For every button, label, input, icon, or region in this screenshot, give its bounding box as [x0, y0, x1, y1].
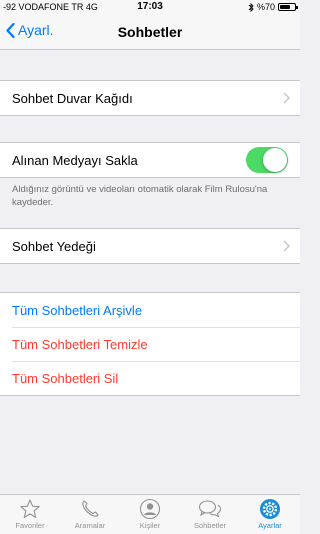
save-media-toggle[interactable]	[246, 147, 288, 173]
chevron-right-icon	[283, 240, 290, 252]
battery-percent: %70	[256, 2, 275, 12]
chevron-right-icon	[283, 92, 290, 104]
save-media-label: Alınan Medyayı Sakla	[12, 152, 138, 168]
tab-favorites[interactable]: Favoriler	[0, 495, 60, 534]
save-media-footnote: Aldığınız görüntü ve videoları otomatik …	[12, 184, 268, 208]
chat-bubbles-icon	[198, 500, 222, 518]
tab-bar: Favoriler Aramalar Kişiler Sohbetler Aya…	[0, 494, 300, 534]
chat-backup-label: Sohbet Yedeği	[12, 238, 96, 254]
bluetooth-icon	[248, 2, 254, 12]
tab-label: Kişiler	[139, 521, 161, 530]
battery-fill	[280, 5, 290, 9]
status-bar: -92 VODAFONE TR 4G 17:03 %70	[0, 0, 300, 14]
tab-label: Sohbetler	[193, 521, 227, 530]
save-media-group: Alınan Medyayı Sakla	[0, 142, 300, 178]
chat-wallpaper-label: Sohbet Duvar Kağıdı	[12, 90, 133, 106]
clear-all-label: Tüm Sohbetleri Temizle	[12, 336, 148, 352]
star-icon	[20, 499, 40, 518]
contact-icon	[139, 498, 161, 520]
chat-backup-row[interactable]: Sohbet Yedeği	[0, 229, 300, 263]
archive-all-chats-button[interactable]: Tüm Sohbetleri Arşivle	[0, 293, 300, 327]
phone-icon	[82, 500, 99, 517]
clear-all-chats-button[interactable]: Tüm Sohbetleri Temizle	[0, 327, 300, 361]
tab-chats[interactable]: Sohbetler	[180, 495, 240, 534]
archive-all-label: Tüm Sohbetleri Arşivle	[12, 302, 143, 318]
gear-icon	[260, 499, 280, 519]
tab-label: Aramalar	[74, 521, 106, 530]
save-media-row: Alınan Medyayı Sakla	[0, 143, 300, 177]
delete-all-label: Tüm Sohbetleri Sil	[12, 370, 119, 386]
status-right: %70	[248, 2, 298, 12]
tab-contacts[interactable]: Kişiler	[120, 495, 180, 534]
wallpaper-group: Sohbet Duvar Kağıdı	[0, 80, 300, 116]
backup-group: Sohbet Yedeği	[0, 228, 300, 264]
page-title: Sohbetler	[117, 24, 183, 40]
tab-calls[interactable]: Aramalar	[60, 495, 120, 534]
actions-group: Tüm Sohbetleri Arşivle Tüm Sohbetleri Te…	[0, 292, 300, 396]
toggle-knob	[263, 148, 287, 172]
tab-label: Ayarlar	[258, 521, 282, 530]
tab-settings[interactable]: Ayarlar	[240, 495, 300, 534]
chat-wallpaper-row[interactable]: Sohbet Duvar Kağıdı	[0, 81, 300, 115]
delete-all-chats-button[interactable]: Tüm Sohbetleri Sil	[0, 361, 300, 395]
tab-label: Favoriler	[15, 521, 45, 530]
battery-icon	[278, 3, 298, 11]
navigation-bar: Ayarl. Sohbetler	[0, 14, 300, 50]
